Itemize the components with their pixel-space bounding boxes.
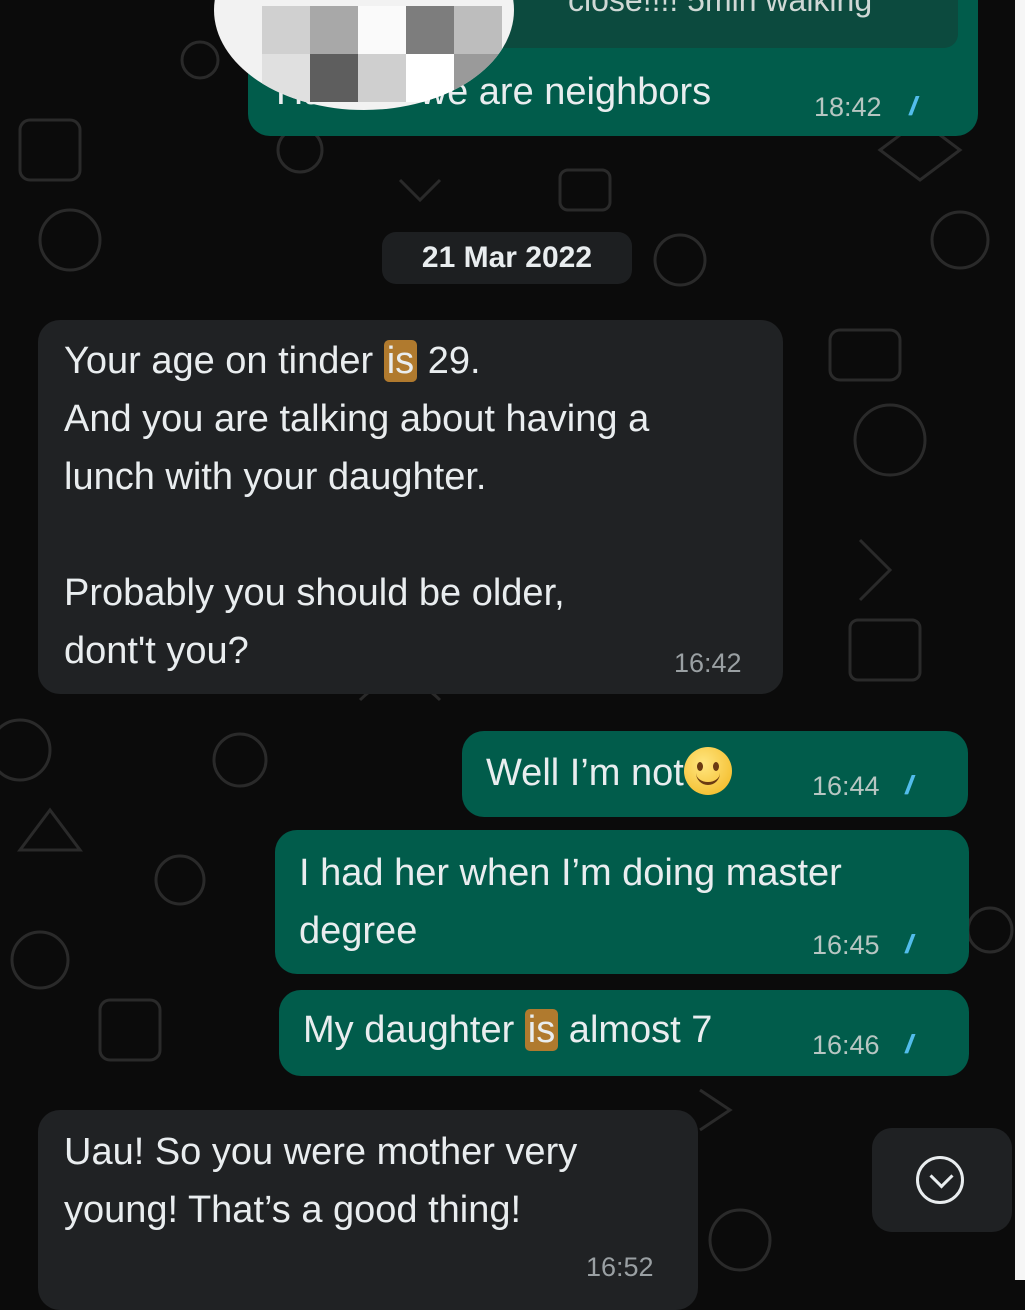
message-text: Your age on tinder is 29. And you are ta… — [64, 340, 650, 672]
message-bubble-incoming[interactable]: Your age on tinder is 29. And you are ta… — [38, 320, 783, 694]
search-highlight: is — [524, 1009, 559, 1051]
message-time: 16:45 — [812, 930, 880, 960]
message-time: 18:42 — [814, 92, 882, 122]
chevron-down-icon — [916, 1156, 964, 1204]
message-bubble-incoming[interactable]: Uau! So you were mother very young! That… — [38, 1110, 698, 1310]
message-time: 16:42 — [674, 648, 742, 678]
message-bubble-outgoing[interactable]: Well I’m not 16:44 // — [462, 731, 968, 817]
message-time: 16:44 — [812, 771, 880, 801]
message-bubble-outgoing[interactable]: My daughter is almost 7 16:46 // — [279, 990, 969, 1076]
message-text: My daughter is almost 7 — [303, 1009, 713, 1051]
message-text: Well I’m not — [486, 744, 732, 802]
search-highlight: is — [383, 340, 418, 382]
slightly-smiling-face-icon — [683, 746, 732, 795]
message-time: 16:46 — [812, 1030, 880, 1060]
message-text: Uau! So you were mother very young! That… — [64, 1131, 578, 1231]
date-separator: 21 Mar 2022 — [382, 232, 632, 284]
quoted-message-text: close!!!! 5min walking — [568, 0, 873, 18]
message-bubble-outgoing[interactable]: I had her when I’m doing master degree 1… — [275, 830, 969, 974]
message-time: 16:52 — [586, 1252, 654, 1282]
scroll-to-bottom-button[interactable] — [872, 1128, 1012, 1232]
screen-edge — [1015, 0, 1025, 1280]
